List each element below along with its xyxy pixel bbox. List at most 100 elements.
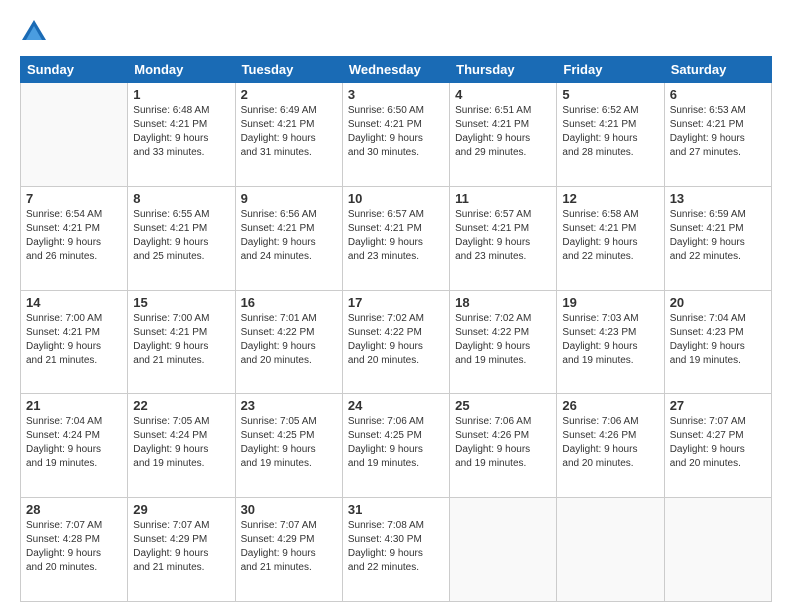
day-info: Sunrise: 7:02 AMSunset: 4:22 PMDaylight:… <box>455 312 551 368</box>
day-number: 22 <box>133 398 229 413</box>
day-number: 20 <box>670 295 766 310</box>
day-info: Sunrise: 6:50 AMSunset: 4:21 PMDaylight:… <box>348 104 444 160</box>
day-cell: 30Sunrise: 7:07 AMSunset: 4:29 PMDayligh… <box>235 498 342 602</box>
day-info: Sunrise: 6:51 AMSunset: 4:21 PMDaylight:… <box>455 104 551 160</box>
day-cell: 8 Sunrise: 6:55 AMSunset: 4:21 PMDaylight… <box>128 186 235 290</box>
day-number: 8 <box>133 191 229 206</box>
day-cell: 25 Sunrise: 7:06 AMSunset: 4:26 PMDayligh… <box>450 394 557 498</box>
calendar-table: SundayMondayTuesdayWednesdayThursdayFrid… <box>20 56 772 602</box>
day-cell: 23 Sunrise: 7:05 AMSunset: 4:25 PMDayligh… <box>235 394 342 498</box>
day-cell: 14 Sunrise: 7:00 AMSunset: 4:21 PMDayligh… <box>21 290 128 394</box>
weekday-header-friday: Friday <box>557 57 664 83</box>
week-row-3: 14 Sunrise: 7:00 AMSunset: 4:21 PMDayligh… <box>21 290 772 394</box>
weekday-header-row: SundayMondayTuesdayWednesdayThursdayFrid… <box>21 57 772 83</box>
day-number: 15 <box>133 295 229 310</box>
day-cell: 2Sunrise: 6:49 AMSunset: 4:21 PMDaylight… <box>235 83 342 187</box>
day-info: Sunrise: 7:05 AMSunset: 4:25 PMDaylight:… <box>241 415 337 471</box>
day-cell: 17 Sunrise: 7:02 AMSunset: 4:22 PMDayligh… <box>342 290 449 394</box>
day-number: 6 <box>670 87 766 102</box>
day-cell: 29 Sunrise: 7:07 AMSunset: 4:29 PMDayligh… <box>128 498 235 602</box>
day-cell: 18 Sunrise: 7:02 AMSunset: 4:22 PMDayligh… <box>450 290 557 394</box>
day-info: Sunrise: 6:58 AMSunset: 4:21 PMDaylight:… <box>562 208 658 264</box>
day-number: 24 <box>348 398 444 413</box>
day-info: Sunrise: 6:54 AMSunset: 4:21 PMDaylight:… <box>26 208 122 264</box>
week-row-1: 1 Sunrise: 6:48 AMSunset: 4:21 PMDaylight… <box>21 83 772 187</box>
day-cell: 11 Sunrise: 6:57 AMSunset: 4:21 PMDayligh… <box>450 186 557 290</box>
day-number: 26 <box>562 398 658 413</box>
day-info: Sunrise: 7:04 AMSunset: 4:23 PMDaylight:… <box>670 312 766 368</box>
weekday-header-wednesday: Wednesday <box>342 57 449 83</box>
week-row-4: 21Sunrise: 7:04 AMSunset: 4:24 PMDayligh… <box>21 394 772 498</box>
day-info: Sunrise: 7:06 AMSunset: 4:25 PMDaylight:… <box>348 415 444 471</box>
day-number: 11 <box>455 191 551 206</box>
day-number: 12 <box>562 191 658 206</box>
day-number: 17 <box>348 295 444 310</box>
day-cell: 20 Sunrise: 7:04 AMSunset: 4:23 PMDayligh… <box>664 290 771 394</box>
day-info: Sunrise: 7:03 AMSunset: 4:23 PMDaylight:… <box>562 312 658 368</box>
day-cell: 1 Sunrise: 6:48 AMSunset: 4:21 PMDaylight… <box>128 83 235 187</box>
day-cell: 26 Sunrise: 7:06 AMSunset: 4:26 PMDayligh… <box>557 394 664 498</box>
day-number: 4 <box>455 87 551 102</box>
day-number: 16 <box>241 295 337 310</box>
day-cell <box>450 498 557 602</box>
header <box>20 18 772 46</box>
day-number: 28 <box>26 502 122 517</box>
week-row-5: 28 Sunrise: 7:07 AMSunset: 4:28 PMDayligh… <box>21 498 772 602</box>
day-number: 31 <box>348 502 444 517</box>
day-number: 5 <box>562 87 658 102</box>
day-info: Sunrise: 7:02 AMSunset: 4:22 PMDaylight:… <box>348 312 444 368</box>
day-info: Sunrise: 6:56 AMSunset: 4:21 PMDaylight:… <box>241 208 337 264</box>
day-cell: 7 Sunrise: 6:54 AMSunset: 4:21 PMDaylight… <box>21 186 128 290</box>
day-number: 23 <box>241 398 337 413</box>
calendar-page: SundayMondayTuesdayWednesdayThursdayFrid… <box>0 0 792 612</box>
day-number: 30 <box>241 502 337 517</box>
day-cell: 13Sunrise: 6:59 AMSunset: 4:21 PMDayligh… <box>664 186 771 290</box>
weekday-header-saturday: Saturday <box>664 57 771 83</box>
day-cell: 16 Sunrise: 7:01 AMSunset: 4:22 PMDayligh… <box>235 290 342 394</box>
day-number: 1 <box>133 87 229 102</box>
day-number: 3 <box>348 87 444 102</box>
day-info: Sunrise: 7:06 AMSunset: 4:26 PMDaylight:… <box>562 415 658 471</box>
day-number: 27 <box>670 398 766 413</box>
day-info: Sunrise: 7:01 AMSunset: 4:22 PMDaylight:… <box>241 312 337 368</box>
day-number: 29 <box>133 502 229 517</box>
weekday-header-tuesday: Tuesday <box>235 57 342 83</box>
day-number: 25 <box>455 398 551 413</box>
day-info: Sunrise: 7:00 AMSunset: 4:21 PMDaylight:… <box>133 312 229 368</box>
day-info: Sunrise: 6:59 AMSunset: 4:21 PMDaylight:… <box>670 208 766 264</box>
day-number: 7 <box>26 191 122 206</box>
day-cell: 5 Sunrise: 6:52 AMSunset: 4:21 PMDaylight… <box>557 83 664 187</box>
day-cell <box>664 498 771 602</box>
day-cell: 21Sunrise: 7:04 AMSunset: 4:24 PMDayligh… <box>21 394 128 498</box>
day-cell: 31 Sunrise: 7:08 AMSunset: 4:30 PMDayligh… <box>342 498 449 602</box>
day-info: Sunrise: 7:07 AMSunset: 4:28 PMDaylight:… <box>26 519 122 575</box>
day-number: 14 <box>26 295 122 310</box>
day-cell: 28 Sunrise: 7:07 AMSunset: 4:28 PMDayligh… <box>21 498 128 602</box>
day-info: Sunrise: 7:07 AMSunset: 4:29 PMDaylight:… <box>133 519 229 575</box>
day-info: Sunrise: 7:08 AMSunset: 4:30 PMDaylight:… <box>348 519 444 575</box>
day-info: Sunrise: 7:00 AMSunset: 4:21 PMDaylight:… <box>26 312 122 368</box>
day-number: 18 <box>455 295 551 310</box>
day-cell: 24 Sunrise: 7:06 AMSunset: 4:25 PMDayligh… <box>342 394 449 498</box>
day-number: 19 <box>562 295 658 310</box>
day-info: Sunrise: 6:57 AMSunset: 4:21 PMDaylight:… <box>455 208 551 264</box>
logo-icon <box>20 18 48 46</box>
day-cell: 15 Sunrise: 7:00 AMSunset: 4:21 PMDayligh… <box>128 290 235 394</box>
weekday-header-sunday: Sunday <box>21 57 128 83</box>
day-cell: 6Sunrise: 6:53 AMSunset: 4:21 PMDaylight… <box>664 83 771 187</box>
day-number: 9 <box>241 191 337 206</box>
day-cell: 22 Sunrise: 7:05 AMSunset: 4:24 PMDayligh… <box>128 394 235 498</box>
day-info: Sunrise: 6:52 AMSunset: 4:21 PMDaylight:… <box>562 104 658 160</box>
day-info: Sunrise: 6:49 AMSunset: 4:21 PMDaylight:… <box>241 104 337 160</box>
day-info: Sunrise: 6:55 AMSunset: 4:21 PMDaylight:… <box>133 208 229 264</box>
week-row-2: 7 Sunrise: 6:54 AMSunset: 4:21 PMDaylight… <box>21 186 772 290</box>
day-info: Sunrise: 7:06 AMSunset: 4:26 PMDaylight:… <box>455 415 551 471</box>
day-info: Sunrise: 6:48 AMSunset: 4:21 PMDaylight:… <box>133 104 229 160</box>
day-info: Sunrise: 7:05 AMSunset: 4:24 PMDaylight:… <box>133 415 229 471</box>
day-info: Sunrise: 7:07 AMSunset: 4:27 PMDaylight:… <box>670 415 766 471</box>
day-number: 21 <box>26 398 122 413</box>
day-cell <box>21 83 128 187</box>
day-cell: 9 Sunrise: 6:56 AMSunset: 4:21 PMDaylight… <box>235 186 342 290</box>
day-number: 10 <box>348 191 444 206</box>
logo <box>20 18 52 46</box>
